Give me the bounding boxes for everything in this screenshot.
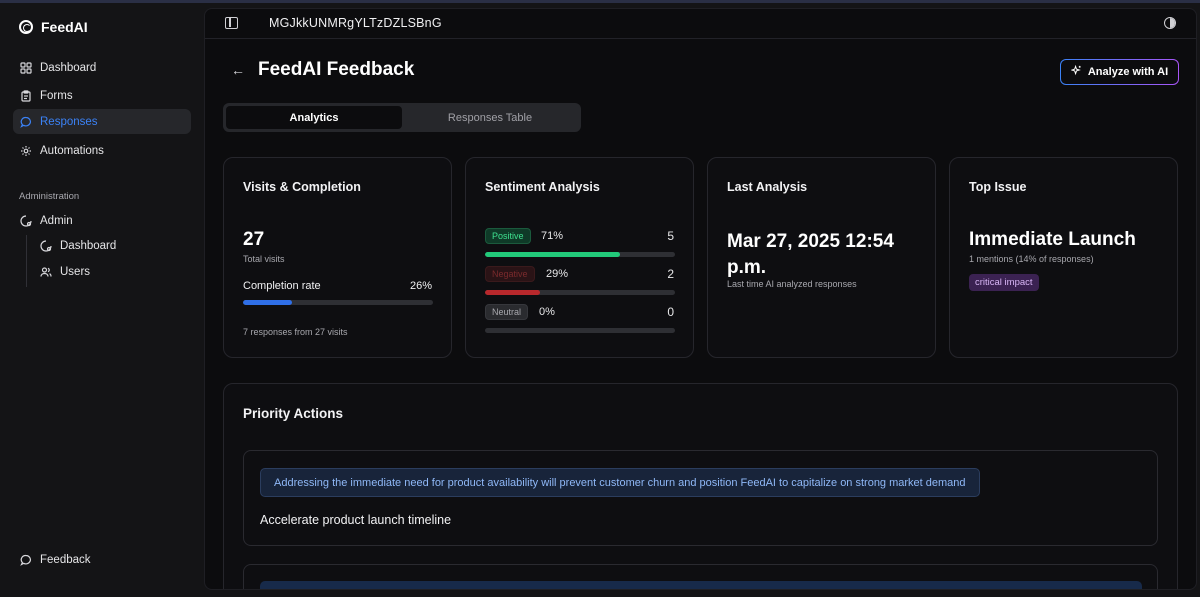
sidebar-item-label: Dashboard <box>40 61 97 74</box>
sidebar-item-admin-users[interactable]: Users <box>33 259 183 284</box>
grid-icon <box>20 61 32 74</box>
page-title: FeedAI Feedback <box>258 59 415 80</box>
completion-progress-bar <box>243 300 433 305</box>
sentiment-badge-negative: Negative <box>485 266 535 282</box>
sidebar-item-admin-dashboard[interactable]: Dashboard <box>33 233 183 258</box>
last-analysis-subtitle: Last time AI analyzed responses <box>727 279 857 289</box>
sidebar-item-dashboard[interactable]: Dashboard <box>13 55 191 80</box>
sidebar-item-label: Automations <box>40 144 104 157</box>
sentiment-count-positive: 5 <box>667 229 674 243</box>
brand[interactable]: FeedAI <box>19 19 88 35</box>
action-rationale <box>260 581 1142 589</box>
action-card <box>243 564 1158 589</box>
back-arrow-icon[interactable]: ← <box>231 62 245 78</box>
sidebar: FeedAI Dashboard Forms Responses Automat… <box>0 3 204 597</box>
action-title: Accelerate product launch timeline <box>260 513 452 527</box>
sentiment-count-negative: 2 <box>667 267 674 281</box>
form-id: MGJkkUNMRgYLTzDZLSBnG <box>269 16 442 30</box>
sentiment-pct-positive: 71% <box>541 230 564 242</box>
sentiment-badge-neutral: Neutral <box>485 304 529 320</box>
top-bar: MGJkkUNMRgYLTzDZLSBnG <box>205 9 1196 39</box>
responses-footnote: 7 responses from 27 visits <box>243 327 348 337</box>
last-analysis-date: Mar 27, 2025 12:54 p.m. <box>727 231 894 278</box>
sentiment-fill-negative <box>485 290 541 295</box>
gear-shield-icon <box>20 214 32 227</box>
sidebar-item-label: Feedback <box>40 553 91 566</box>
sentiment-fill-positive <box>485 252 620 257</box>
visits-completion-card: Visits & Completion 27 Total visits Comp… <box>223 157 452 358</box>
action-card: Addressing the immediate need for produc… <box>243 450 1158 546</box>
sentiment-badge-positive: Positive <box>485 228 531 244</box>
sentiment-pct-negative: 29% <box>546 268 569 280</box>
total-visits-value: 27 <box>243 229 265 250</box>
card-title: Last Analysis <box>727 180 808 194</box>
theme-toggle-icon[interactable] <box>1164 17 1176 29</box>
sentiment-count-neutral: 0 <box>667 305 674 319</box>
sparkles-icon <box>1070 64 1082 79</box>
card-title: Visits & Completion <box>243 180 361 194</box>
chat-bubble-icon <box>20 554 32 566</box>
sidebar-toggle-icon[interactable] <box>225 17 238 29</box>
chat-bubble-icon <box>20 116 32 128</box>
sidebar-item-label: Responses <box>40 115 98 128</box>
sidebar-item-forms[interactable]: Forms <box>13 83 191 108</box>
sidebar-item-label: Users <box>60 265 91 278</box>
impact-badge: critical impact <box>969 274 1039 291</box>
top-issue-name: Immediate Launch <box>969 229 1136 250</box>
view-tabs: Analytics Responses Table <box>223 103 581 132</box>
last-analysis-card: Last Analysis Mar 27, 2025 12:54 p.m. La… <box>707 157 936 358</box>
card-title: Top Issue <box>969 180 1027 194</box>
sidebar-item-automations[interactable]: Automations <box>13 138 191 163</box>
priority-actions-section: Priority Actions Addressing the immediat… <box>223 383 1178 589</box>
sentiment-pct-neutral: 0% <box>539 306 555 318</box>
completion-rate-label: Completion rate <box>243 280 321 292</box>
brand-name: FeedAI <box>41 19 88 35</box>
submenu-guide-line <box>26 235 27 287</box>
analyze-label: Analyze with AI <box>1087 66 1169 78</box>
completion-rate-value: 26% <box>409 280 432 292</box>
cog-icon <box>20 145 32 157</box>
card-title: Sentiment Analysis <box>485 180 600 194</box>
sentiment-bar-neutral <box>485 328 675 333</box>
users-icon <box>40 266 52 278</box>
sidebar-item-label: Dashboard <box>60 239 117 252</box>
sidebar-item-label: Admin <box>40 214 73 227</box>
tab-responses-table[interactable]: Responses Table <box>402 106 578 129</box>
logo-icon <box>19 20 33 34</box>
top-issue-mentions: 1 mentions (14% of responses) <box>969 254 1094 264</box>
action-rationale: Addressing the immediate need for produc… <box>260 468 980 497</box>
sidebar-item-responses[interactable]: Responses <box>13 109 191 134</box>
sentiment-analysis-card: Sentiment Analysis Positive 71% 5 Negati… <box>465 157 694 358</box>
sidebar-item-admin[interactable]: Admin <box>13 208 191 233</box>
main-panel: MGJkkUNMRgYLTzDZLSBnG ← FeedAI Feedback … <box>204 8 1197 590</box>
top-issue-card: Top Issue Immediate Launch 1 mentions (1… <box>949 157 1178 358</box>
clipboard-icon <box>20 89 32 102</box>
sidebar-item-label: Forms <box>40 89 73 102</box>
section-label-administration: Administration <box>19 191 80 202</box>
completion-progress-fill <box>243 300 293 305</box>
shield-cog-icon <box>40 239 52 252</box>
sentiment-bar-positive <box>485 252 675 257</box>
sentiment-bar-negative <box>485 290 675 295</box>
section-title: Priority Actions <box>243 406 344 421</box>
sidebar-item-feedback[interactable]: Feedback <box>13 547 191 572</box>
total-visits-label: Total visits <box>243 254 285 264</box>
tab-analytics[interactable]: Analytics <box>226 106 402 129</box>
analyze-with-ai-button[interactable]: Analyze with AI <box>1060 59 1179 85</box>
